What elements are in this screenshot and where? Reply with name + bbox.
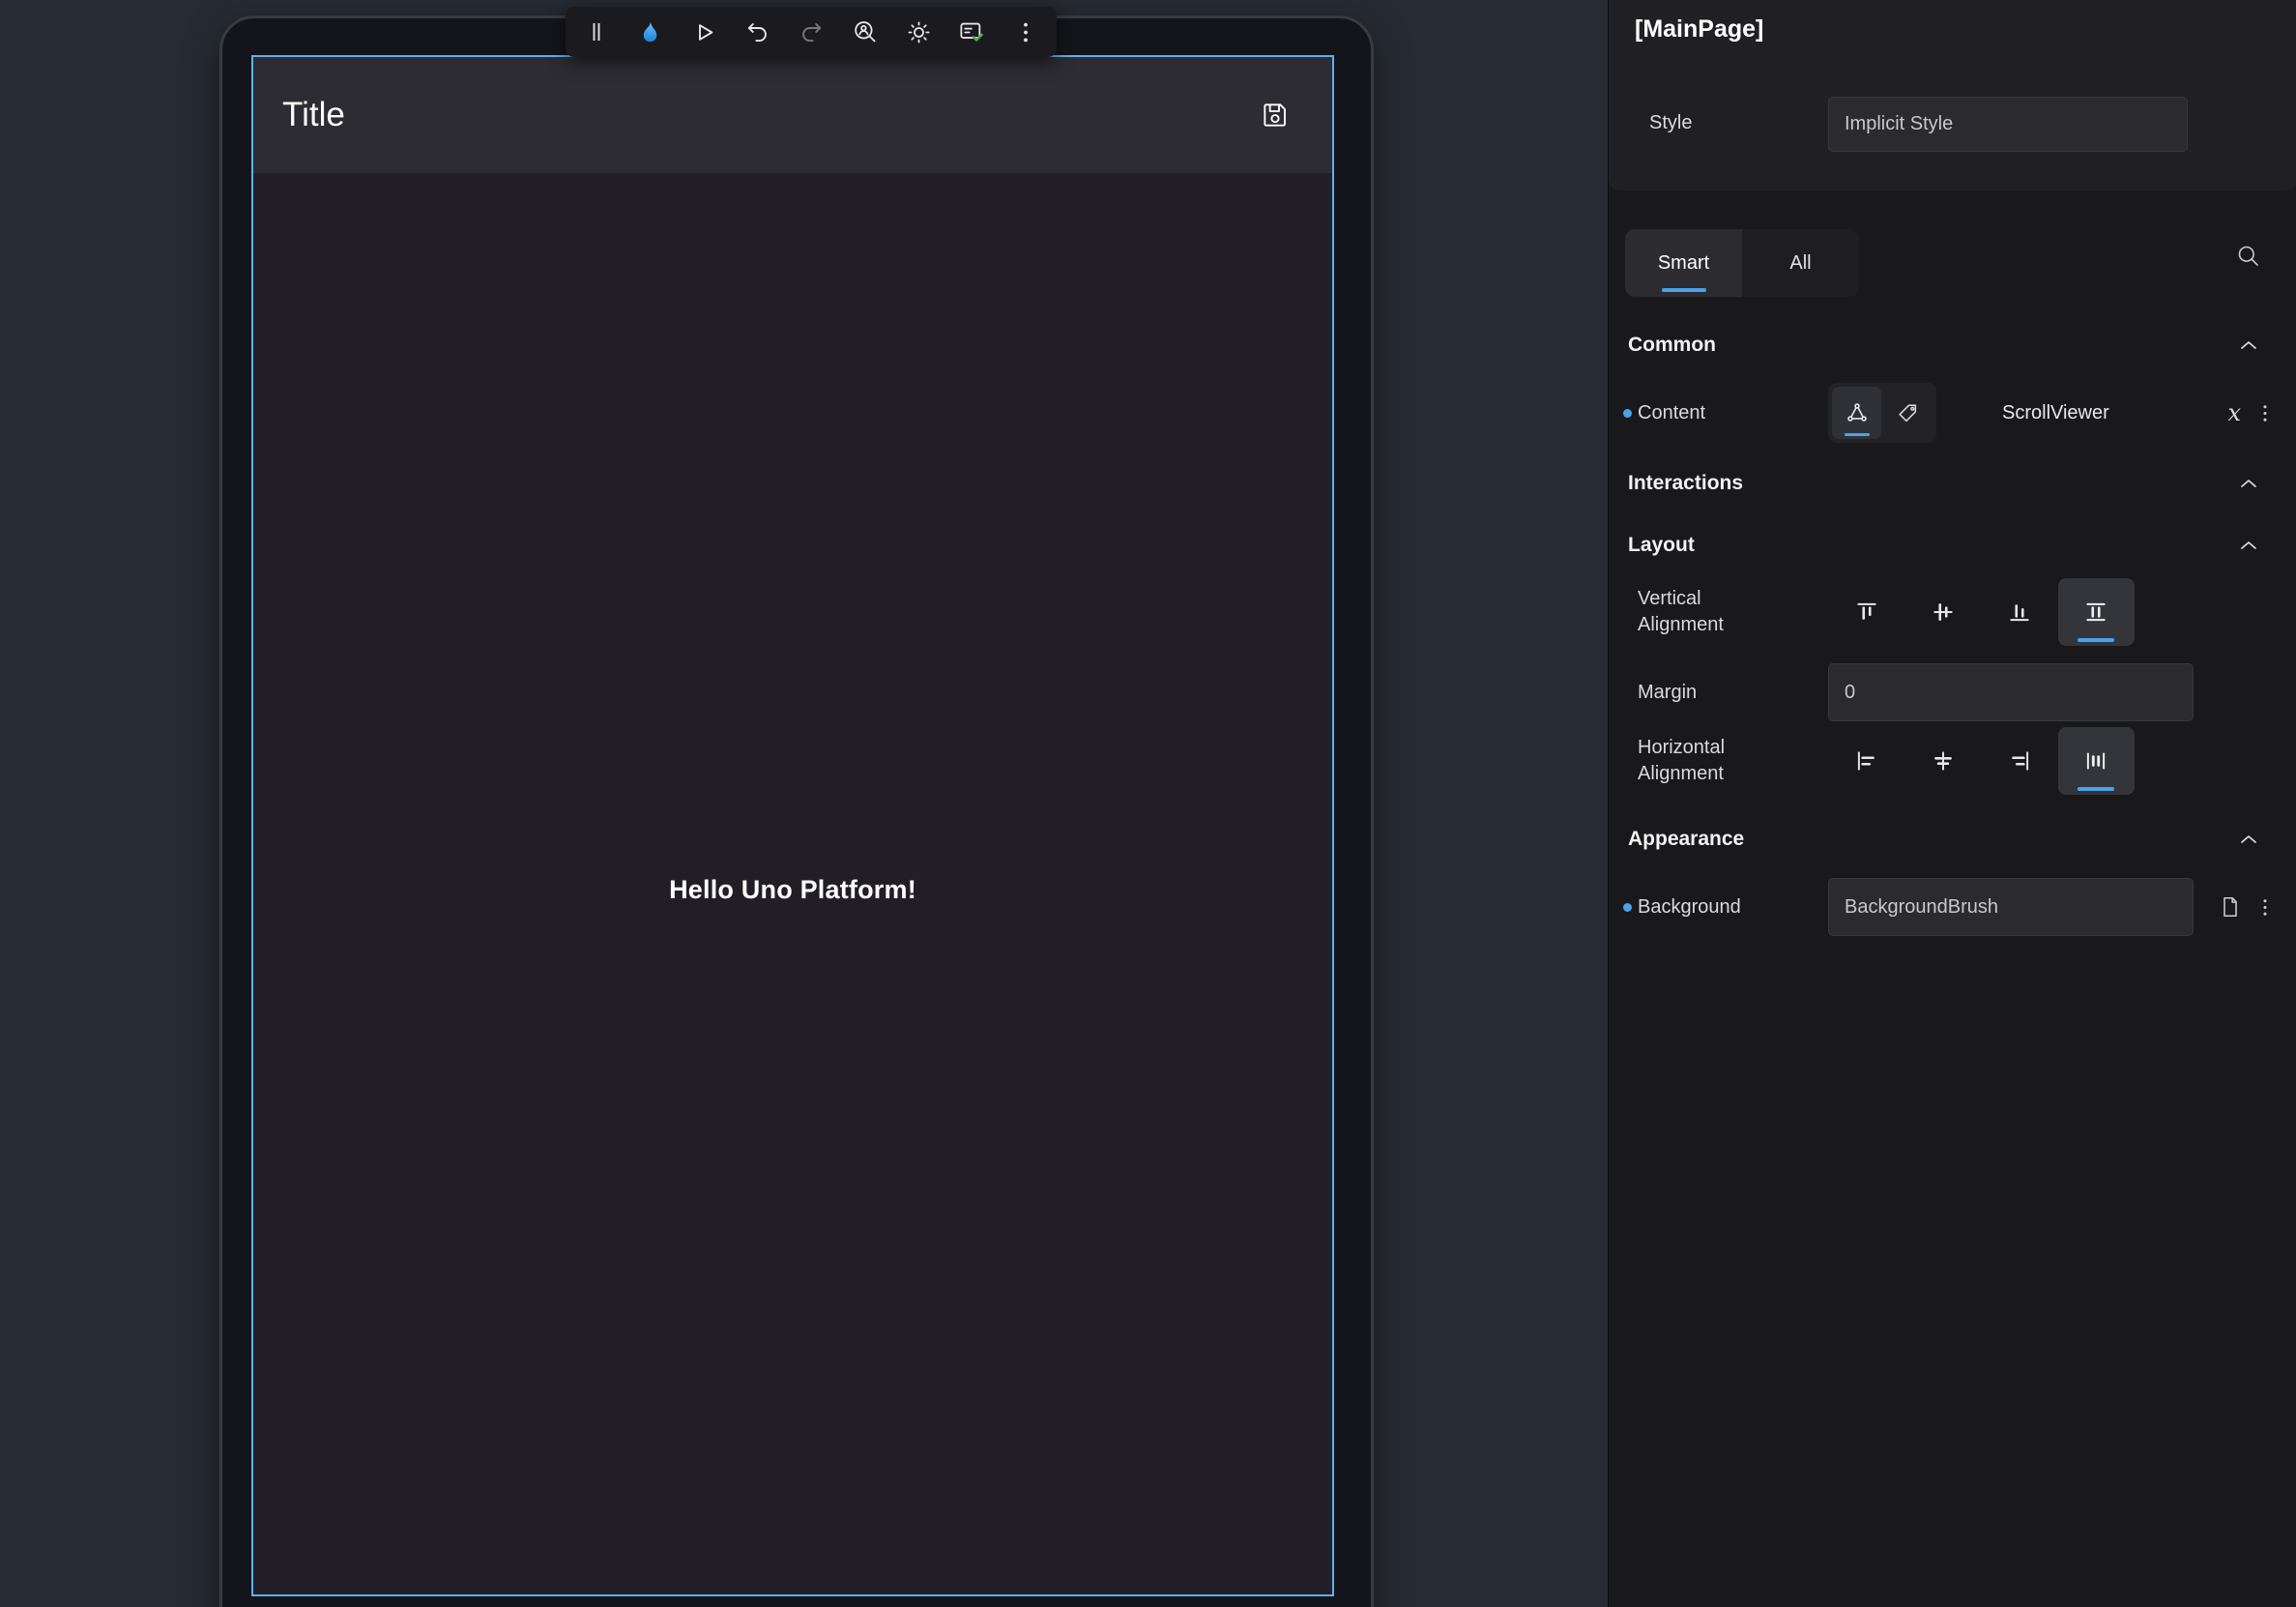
content-row-actions: x xyxy=(2227,399,2268,426)
preview-text[interactable]: Hello Uno Platform! xyxy=(253,875,1332,905)
align-stretch-vertical-icon xyxy=(2083,599,2108,625)
resource-document-icon xyxy=(2220,895,2241,919)
play-icon xyxy=(691,19,717,45)
property-row-horizontal-alignment: Horizontal Alignment xyxy=(1609,727,2296,795)
toolbar-drag-handle[interactable] xyxy=(579,12,614,52)
margin-label: Margin xyxy=(1638,682,1828,704)
align-stretch-horizontal-icon xyxy=(2083,748,2108,774)
property-row-margin: Margin 0 xyxy=(1609,663,2296,721)
app-root: Title Hello Uno Platform! xyxy=(0,0,2296,1607)
redo-button[interactable] xyxy=(794,12,828,52)
undo-icon xyxy=(744,19,770,45)
background-input[interactable]: BackgroundBrush xyxy=(1828,878,2194,936)
data-template-icon xyxy=(1845,400,1870,425)
vertical-alignment-group xyxy=(1828,578,2135,646)
preview-navbar[interactable]: Title xyxy=(253,57,1332,173)
halign-right-button[interactable] xyxy=(1982,727,2058,795)
property-filter-tabs: Smart All xyxy=(1625,229,1859,297)
horizontal-alignment-label: Horizontal Alignment xyxy=(1638,735,1828,787)
align-center-horizontal-icon xyxy=(1931,748,1956,774)
flame-icon xyxy=(637,19,663,45)
inspect-user-icon xyxy=(852,19,878,45)
drag-handle-icon xyxy=(590,19,603,44)
section-layout-label: Layout xyxy=(1628,534,1695,557)
preview-title: Title xyxy=(282,96,345,134)
save-button[interactable] xyxy=(1255,95,1295,135)
section-layout-header[interactable]: Layout xyxy=(1609,514,2296,576)
style-label: Style xyxy=(1649,112,1692,134)
align-right-icon xyxy=(2007,748,2032,774)
section-appearance-header[interactable]: Appearance xyxy=(1609,808,2296,870)
undo-button[interactable] xyxy=(741,12,775,52)
property-search-button[interactable] xyxy=(2228,236,2267,275)
toolbar-more-button[interactable] xyxy=(1008,12,1043,52)
hot-reload-button[interactable] xyxy=(633,12,668,52)
more-vertical-icon xyxy=(1022,19,1030,45)
section-interactions-header[interactable]: Interactions xyxy=(1609,453,2296,514)
valign-bottom-button[interactable] xyxy=(1982,578,2058,646)
style-input[interactable]: Implicit Style xyxy=(1828,97,2188,152)
property-row-background: Background BackgroundBrush xyxy=(1609,878,2296,936)
chevron-up-icon xyxy=(2239,478,2258,489)
property-row-content: Content xyxy=(1609,376,2296,450)
background-more-button[interactable] xyxy=(2262,896,2268,919)
more-vertical-icon xyxy=(2262,402,2268,424)
properties-panel: [MainPage] Style Implicit Style Smart Al… xyxy=(1608,0,2296,1607)
sun-icon xyxy=(906,19,932,45)
more-vertical-icon xyxy=(2262,896,2268,919)
align-bottom-icon xyxy=(2007,599,2032,625)
content-more-button[interactable] xyxy=(2262,402,2268,424)
valign-center-button[interactable] xyxy=(1904,578,1981,646)
background-label: Background xyxy=(1638,896,1828,919)
tag-icon xyxy=(1896,401,1920,425)
vertical-alignment-label: Vertical Alignment xyxy=(1638,586,1828,638)
tab-all[interactable]: All xyxy=(1742,229,1859,297)
section-appearance-label: Appearance xyxy=(1628,828,1744,851)
section-common-label: Common xyxy=(1628,334,1716,357)
halign-stretch-button[interactable] xyxy=(2058,727,2135,795)
content-tag-button[interactable] xyxy=(1883,387,1933,439)
section-common-header[interactable]: Common xyxy=(1609,314,2296,376)
diagnostics-check-icon xyxy=(958,19,986,45)
device-frame: Title Hello Uno Platform! xyxy=(219,15,1374,1607)
markup-extension-button[interactable]: x xyxy=(2227,399,2241,426)
hot-design-toolbar xyxy=(566,7,1057,57)
content-template-button[interactable] xyxy=(1832,387,1881,439)
valign-stretch-button[interactable] xyxy=(2058,578,2135,646)
chevron-up-icon xyxy=(2239,540,2258,551)
align-left-icon xyxy=(1854,748,1879,774)
play-button[interactable] xyxy=(686,12,721,52)
selected-element-title: [MainPage] xyxy=(1635,15,1763,44)
chevron-up-icon xyxy=(2239,833,2258,845)
valign-top-button[interactable] xyxy=(1828,578,1904,646)
background-resource-button[interactable] xyxy=(2220,895,2241,919)
section-interactions-label: Interactions xyxy=(1628,472,1743,495)
halign-center-button[interactable] xyxy=(1904,727,1981,795)
save-icon xyxy=(1260,100,1291,131)
element-inspector-button[interactable] xyxy=(848,12,883,52)
redo-icon xyxy=(799,19,825,45)
align-top-icon xyxy=(1854,599,1879,625)
modified-indicator xyxy=(1623,903,1632,912)
background-row-actions xyxy=(2220,895,2268,919)
property-row-vertical-alignment: Vertical Alignment xyxy=(1609,578,2296,646)
selected-element-card: [MainPage] Style Implicit Style xyxy=(1609,0,2296,190)
margin-input[interactable]: 0 xyxy=(1828,663,2194,721)
search-icon xyxy=(2235,243,2261,269)
design-canvas: Title Hello Uno Platform! xyxy=(0,0,1608,1607)
align-center-vertical-icon xyxy=(1931,599,1956,625)
horizontal-alignment-group xyxy=(1828,727,2135,795)
chevron-up-icon xyxy=(2239,339,2258,351)
modified-indicator xyxy=(1623,409,1632,418)
theme-button[interactable] xyxy=(901,12,936,52)
diagnostics-button[interactable] xyxy=(955,12,990,52)
tab-smart[interactable]: Smart xyxy=(1625,229,1742,297)
content-value[interactable]: ScrollViewer xyxy=(2002,402,2109,424)
content-type-group xyxy=(1828,383,1936,443)
halign-left-button[interactable] xyxy=(1828,727,1904,795)
content-label: Content xyxy=(1638,402,1828,424)
page-preview[interactable]: Title Hello Uno Platform! xyxy=(251,55,1334,1596)
